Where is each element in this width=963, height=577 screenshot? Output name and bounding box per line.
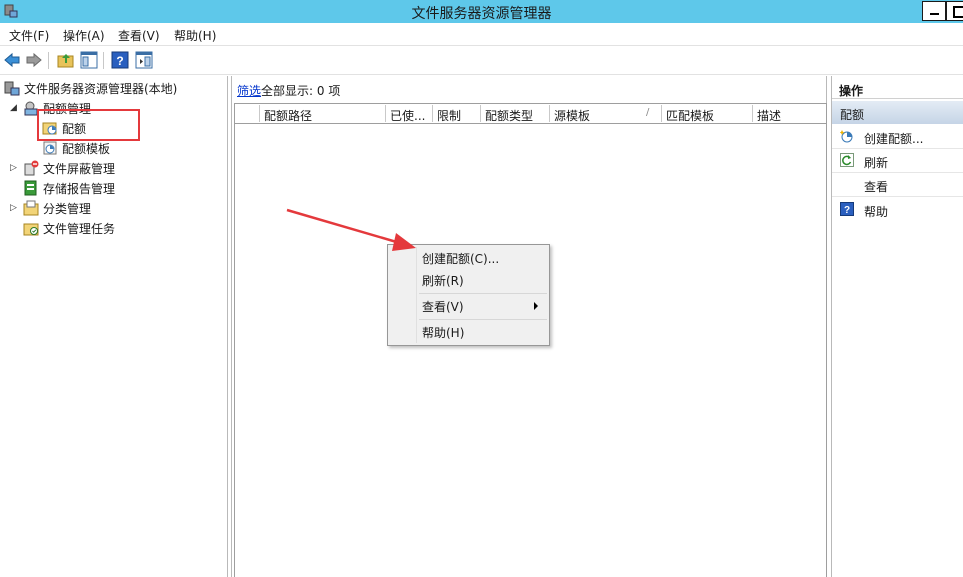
- help-icon: ?: [840, 202, 854, 216]
- column-separator: [259, 105, 260, 122]
- expand-arrow-icon[interactable]: ▷: [10, 163, 17, 173]
- toolbar-separator: [48, 52, 49, 69]
- svg-text:?: ?: [116, 54, 123, 68]
- expand-arrow-icon[interactable]: ▷: [10, 203, 17, 213]
- column-separator: [752, 105, 753, 122]
- context-menu-separator: [419, 319, 547, 320]
- annotation-highlight-box: [37, 109, 140, 141]
- tree-label: 配额模板: [62, 141, 111, 156]
- context-menu-help[interactable]: 帮助(H): [422, 324, 464, 341]
- menu-file[interactable]: 文件(F): [9, 27, 49, 44]
- submenu-arrow-icon: [534, 302, 538, 310]
- refresh-icon: [840, 153, 854, 167]
- sort-indicator-icon: /: [646, 107, 650, 118]
- maximize-button[interactable]: [946, 1, 963, 21]
- tree-label: 分类管理: [43, 201, 92, 216]
- toolbar: ?: [0, 45, 963, 75]
- tree-label: 存储报告管理: [43, 181, 116, 196]
- grid-header: 配额路径 已使... 限制 配额类型 源模板 / 匹配模板 描述: [234, 103, 827, 124]
- column-separator: [661, 105, 662, 122]
- action-view[interactable]: 查看: [832, 173, 963, 197]
- toolbar-separator: [103, 52, 104, 69]
- column-separator: [480, 105, 481, 122]
- tree-label: 文件管理任务: [43, 221, 116, 236]
- context-menu-gutter: [416, 247, 417, 343]
- column-header-used[interactable]: 已使...: [390, 107, 425, 124]
- grid-body[interactable]: [234, 124, 827, 577]
- tree-label: 文件屏蔽管理: [43, 161, 116, 176]
- actions-pane: 操作 配额 创建配额... 刷新 查看 ? 帮助: [831, 76, 963, 577]
- action-label: 刷新: [864, 156, 889, 170]
- filter-bar: 筛选全部显示: 0 项: [237, 82, 340, 99]
- help-icon[interactable]: ?: [111, 51, 129, 69]
- show-hide-action-pane-icon[interactable]: [135, 51, 153, 69]
- file-tasks-icon: [23, 223, 39, 236]
- storage-report-icon: [24, 180, 37, 196]
- classification-icon: [23, 200, 39, 216]
- context-menu-refresh[interactable]: 刷新(R): [422, 272, 464, 289]
- action-label: 创建配额...: [864, 132, 924, 146]
- window-title: 文件服务器资源管理器: [411, 6, 552, 22]
- menu-view[interactable]: 查看(V): [118, 27, 160, 44]
- menu-bar: 文件(F) 操作(A) 查看(V) 帮助(H): [0, 23, 963, 45]
- column-separator: [385, 105, 386, 122]
- up-folder-icon[interactable]: [57, 51, 75, 69]
- create-quota-icon: [840, 130, 853, 143]
- file-screen-icon: [24, 160, 39, 176]
- column-header-source-template[interactable]: 源模板: [554, 107, 590, 124]
- tree-item-quota-template[interactable]: 配额模板: [42, 139, 110, 157]
- column-header-match-template[interactable]: 匹配模板: [666, 107, 714, 124]
- action-label: 查看: [864, 180, 889, 194]
- context-menu-view[interactable]: 查看(V): [422, 298, 464, 315]
- context-menu-separator: [419, 293, 547, 294]
- tree-item-classification[interactable]: 分类管理: [23, 199, 91, 217]
- column-header-quota-type[interactable]: 配额类型: [485, 107, 533, 124]
- action-label: 帮助: [864, 205, 889, 219]
- action-refresh[interactable]: 刷新: [832, 149, 963, 173]
- tree-item-root[interactable]: 文件服务器资源管理器(本地): [4, 79, 177, 97]
- action-create-quota[interactable]: 创建配额...: [832, 125, 963, 149]
- back-icon[interactable]: [3, 51, 21, 69]
- tree-item-file-management-tasks[interactable]: 文件管理任务: [23, 219, 115, 237]
- filter-link[interactable]: 筛选: [237, 84, 261, 98]
- quota-template-icon: [43, 141, 57, 155]
- context-menu: 创建配额(C)... 刷新(R) 查看(V) 帮助(H): [387, 244, 550, 346]
- column-header-limit[interactable]: 限制: [437, 107, 461, 124]
- forward-icon[interactable]: [25, 51, 43, 69]
- column-header-description[interactable]: 描述: [757, 107, 781, 124]
- action-help[interactable]: ? 帮助: [832, 198, 963, 222]
- context-menu-create-quota[interactable]: 创建配额(C)...: [422, 250, 499, 267]
- title-bar: 文件服务器资源管理器: [0, 0, 963, 23]
- actions-header: 操作: [832, 78, 963, 99]
- menu-action[interactable]: 操作(A): [63, 27, 105, 44]
- tree-item-file-screening[interactable]: 文件屏蔽管理: [23, 159, 115, 177]
- collapse-arrow-icon[interactable]: ◢: [10, 103, 17, 113]
- svg-text:?: ?: [844, 205, 850, 216]
- server-icon: [4, 81, 20, 96]
- show-hide-console-tree-icon[interactable]: [80, 51, 98, 69]
- tree-label: 文件服务器资源管理器(本地): [24, 81, 178, 96]
- column-header-quota-path[interactable]: 配额路径: [264, 107, 312, 124]
- column-separator: [549, 105, 550, 122]
- tree-item-storage-reports[interactable]: 存储报告管理: [23, 179, 115, 197]
- actions-section-quota[interactable]: 配额: [832, 101, 963, 124]
- menu-help[interactable]: 帮助(H): [174, 27, 216, 44]
- column-separator: [432, 105, 433, 122]
- console-tree: 文件服务器资源管理器(本地) ◢ 配额管理 配额 配额模板 ▷ 文件屏蔽管理 存…: [0, 76, 228, 577]
- filter-status-text: 全部显示: 0 项: [261, 84, 341, 98]
- minimize-button[interactable]: [922, 1, 946, 21]
